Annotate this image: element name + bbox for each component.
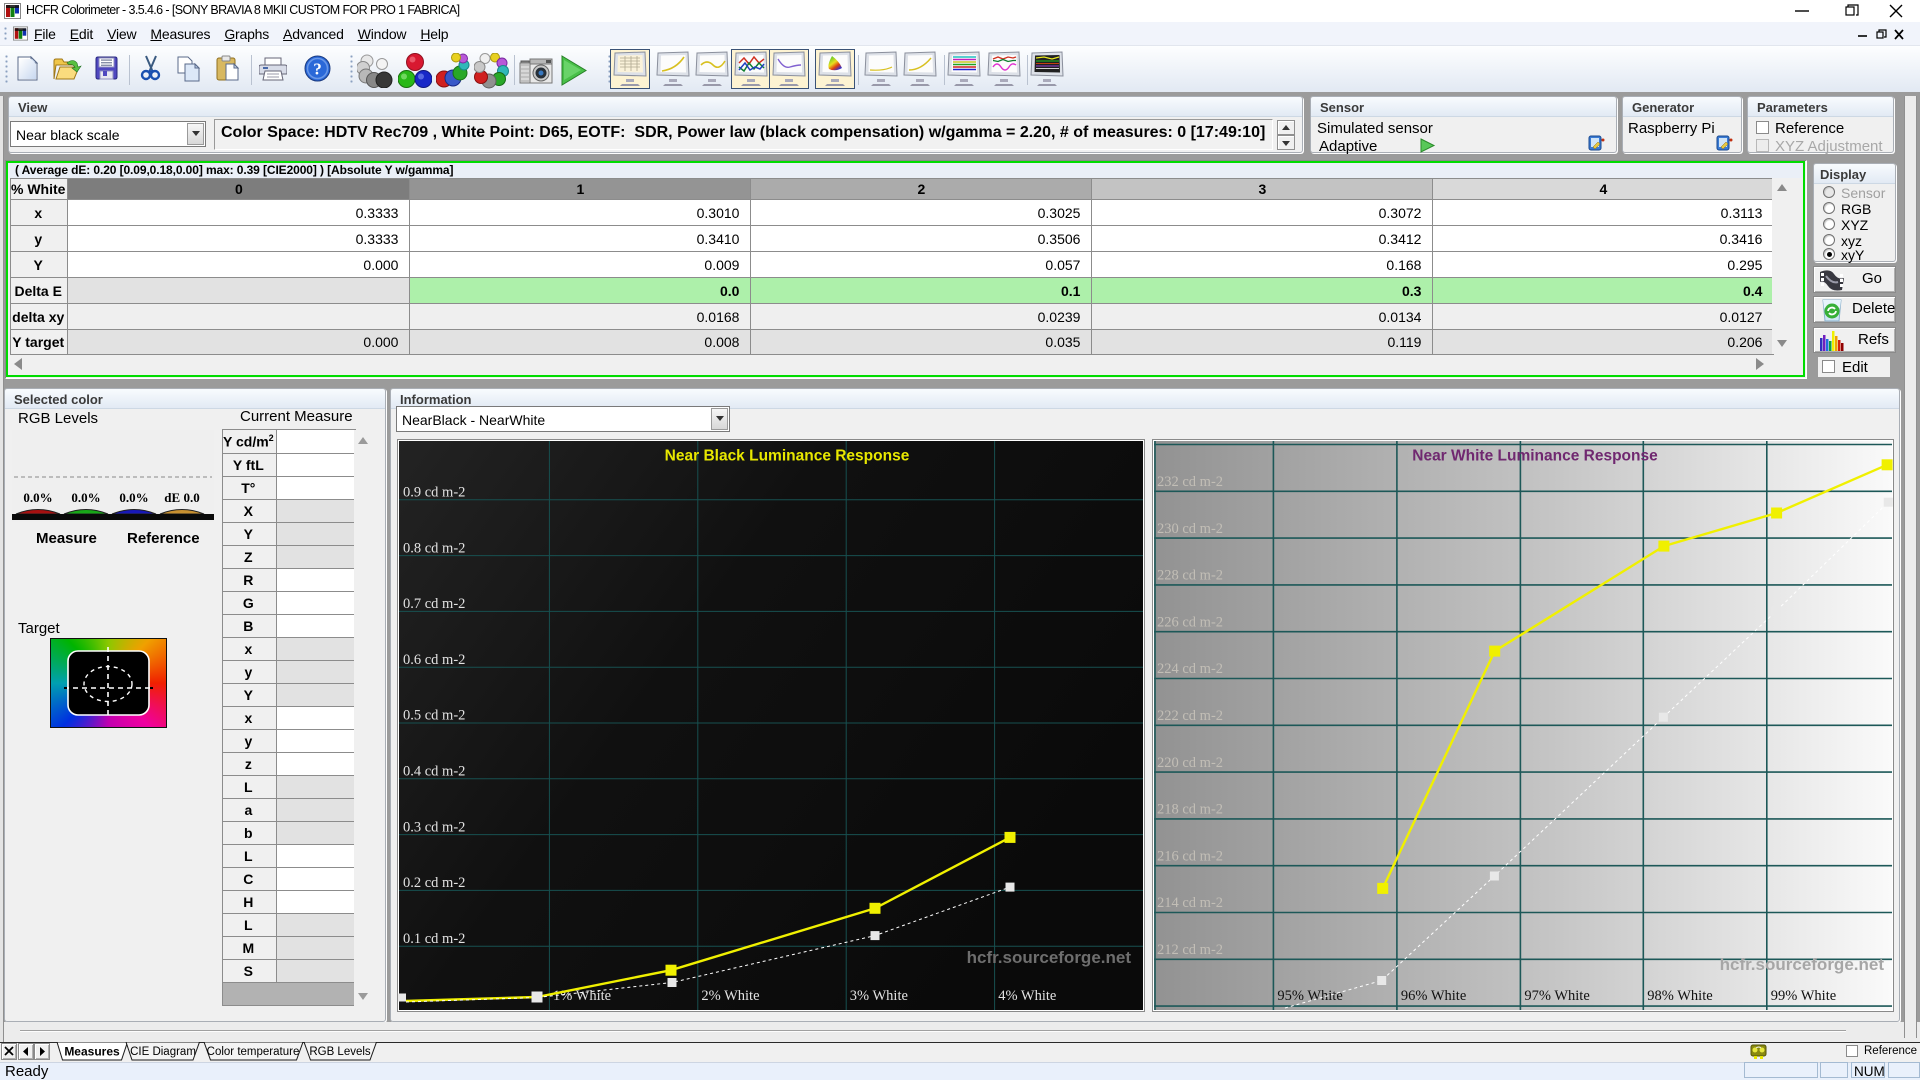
svg-text:hcfr.sourceforge.net: hcfr.sourceforge.net — [1720, 955, 1885, 974]
svg-text:96% White: 96% White — [1401, 988, 1466, 1004]
svg-text:214 cd m-2: 214 cd m-2 — [1157, 895, 1223, 911]
svg-text:1% White: 1% White — [553, 988, 611, 1004]
svg-text:220 cd m-2: 220 cd m-2 — [1157, 755, 1223, 771]
svg-text:dE 0.0: dE 0.0 — [164, 490, 199, 505]
svg-text:216 cd m-2: 216 cd m-2 — [1157, 848, 1223, 864]
svg-text:RGB Levels: RGB Levels — [309, 1046, 371, 1058]
svg-text:4% White: 4% White — [998, 988, 1056, 1004]
svg-text:Near Black Luminance Response: Near Black Luminance Response — [665, 448, 910, 465]
svg-text:218 cd m-2: 218 cd m-2 — [1157, 802, 1223, 818]
svg-text:226 cd m-2: 226 cd m-2 — [1157, 614, 1223, 630]
svg-text:0.7 cd m-2: 0.7 cd m-2 — [403, 596, 465, 612]
svg-text:95% White: 95% White — [1277, 988, 1342, 1004]
svg-text:Color temperature: Color temperature — [207, 1046, 300, 1058]
svg-text:224 cd m-2: 224 cd m-2 — [1157, 661, 1223, 677]
svg-text:212 cd m-2: 212 cd m-2 — [1157, 942, 1223, 958]
svg-text:CIE Diagram: CIE Diagram — [130, 1046, 196, 1058]
svg-text:97% White: 97% White — [1524, 988, 1589, 1004]
svg-text:99% White: 99% White — [1771, 988, 1836, 1004]
svg-text:0.8 cd m-2: 0.8 cd m-2 — [403, 540, 465, 556]
svg-text:0.4 cd m-2: 0.4 cd m-2 — [403, 764, 465, 780]
svg-text:hcfr.sourceforge.net: hcfr.sourceforge.net — [967, 948, 1132, 967]
svg-text:0.0%: 0.0% — [71, 490, 100, 505]
svg-text:3% White: 3% White — [850, 988, 908, 1004]
svg-text:98% White: 98% White — [1647, 988, 1712, 1004]
svg-text:0.1 cd m-2: 0.1 cd m-2 — [403, 931, 465, 947]
svg-text:0.3 cd m-2: 0.3 cd m-2 — [403, 819, 465, 835]
svg-text:?: ? — [313, 60, 322, 79]
svg-text:0.0%: 0.0% — [119, 490, 148, 505]
svg-text:0.0%: 0.0% — [23, 490, 52, 505]
svg-text:222 cd m-2: 222 cd m-2 — [1157, 708, 1223, 724]
svg-text:Near White Luminance Response: Near White Luminance Response — [1412, 448, 1658, 465]
svg-text:0.2 cd m-2: 0.2 cd m-2 — [403, 875, 465, 891]
svg-text:Measures: Measures — [64, 1045, 120, 1059]
svg-text:0.6 cd m-2: 0.6 cd m-2 — [403, 652, 465, 668]
svg-text:2% White: 2% White — [701, 988, 759, 1004]
svg-text:232 cd m-2: 232 cd m-2 — [1157, 474, 1223, 490]
svg-text:230 cd m-2: 230 cd m-2 — [1157, 521, 1223, 537]
svg-text:0.9 cd m-2: 0.9 cd m-2 — [403, 485, 465, 501]
svg-text:0.5 cd m-2: 0.5 cd m-2 — [403, 708, 465, 724]
svg-text:228 cd m-2: 228 cd m-2 — [1157, 568, 1223, 584]
